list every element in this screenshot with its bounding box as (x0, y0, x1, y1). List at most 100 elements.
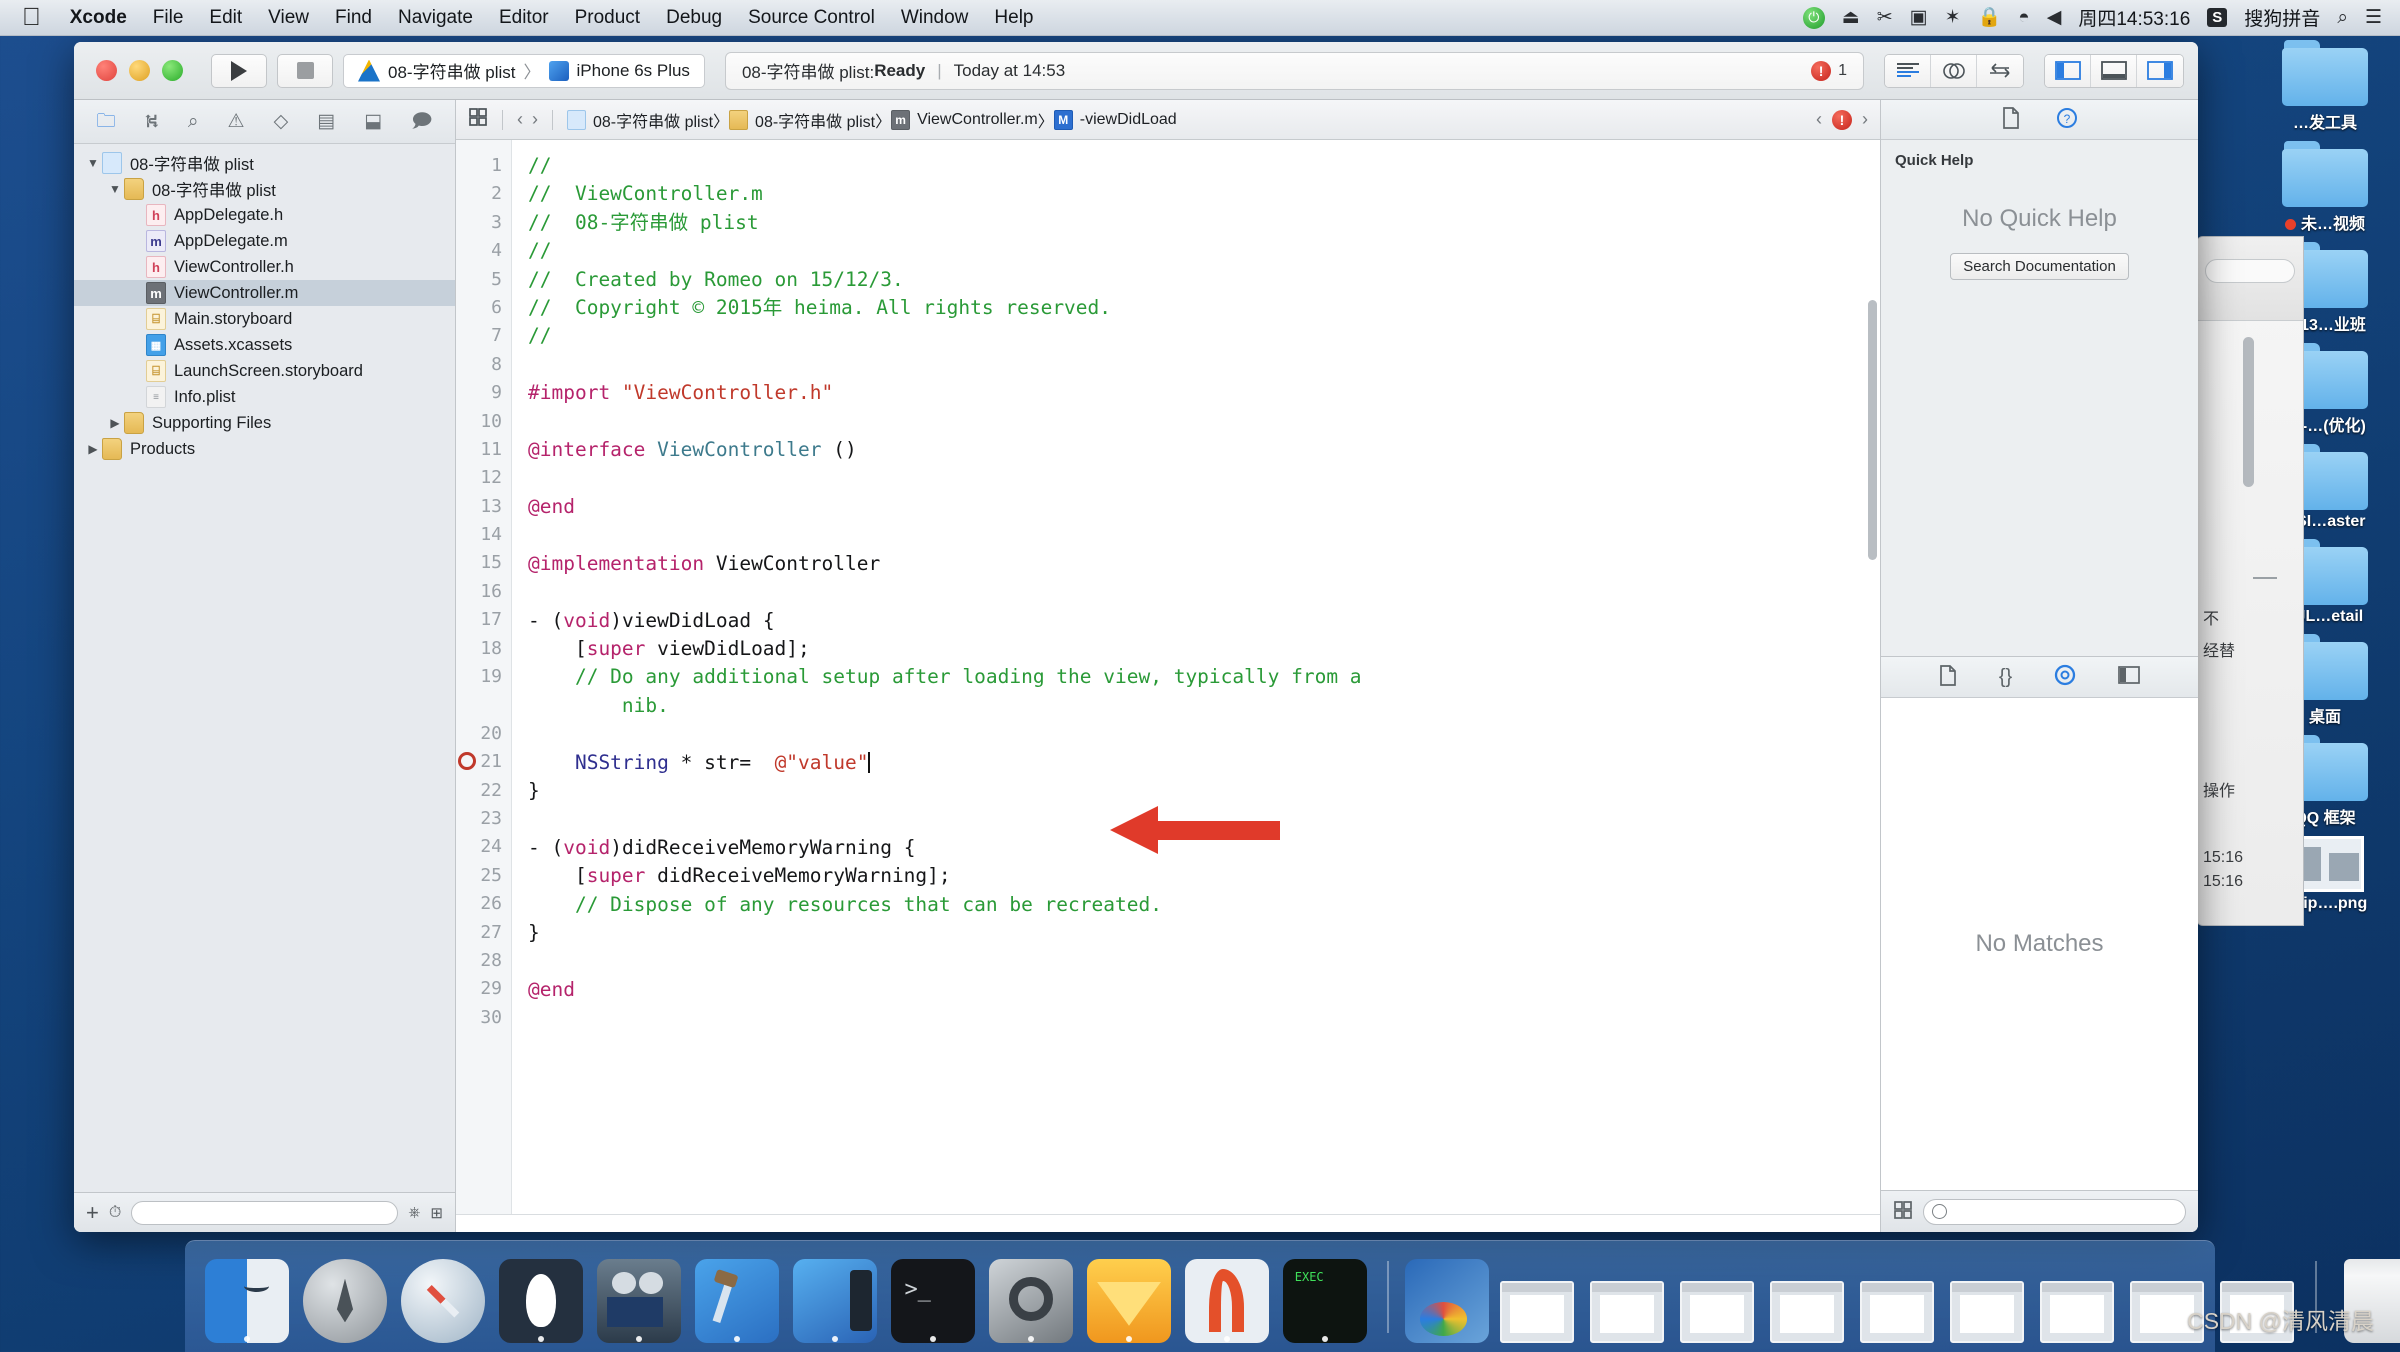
code-line[interactable] (528, 464, 1880, 492)
line-number[interactable]: 25 (456, 862, 511, 890)
project-navigator-tab[interactable]: 🗀 (97, 112, 116, 131)
search-documentation-button[interactable]: Search Documentation (1950, 253, 2129, 280)
code-line[interactable]: [super didReceiveMemoryWarning]; (528, 862, 1880, 890)
menu-item-edit[interactable]: Edit (196, 7, 255, 29)
dock-item-safari[interactable] (397, 1251, 489, 1343)
dock-minimized-minimized-window-4[interactable] (1765, 1251, 1849, 1343)
source-control-icon[interactable]: ⎈ (408, 1204, 420, 1221)
dock-minimized-minimized-window-2[interactable] (1585, 1251, 1669, 1343)
dock-minimized-photo-app[interactable] (1405, 1251, 1489, 1343)
line-number-gutter[interactable]: 1 2 3 4 5 6 7 8 9 10 11 12 13 14 15 16 17 18 19 20 21 22 23 24 2… (456, 140, 512, 1214)
code-line[interactable]: @implementation ViewController (528, 550, 1880, 578)
standard-editor-button[interactable] (1885, 54, 1931, 87)
search-icon[interactable]: ⌕ (2337, 8, 2348, 27)
code-line[interactable]: // (528, 152, 1880, 180)
menu-item-xcode[interactable]: Xcode (57, 7, 140, 29)
library-pane[interactable]: No Matches (1881, 698, 2198, 1190)
dock-item-sketch[interactable] (1083, 1251, 1175, 1343)
breadcrumb-item-0[interactable]: 08-字符串做 plist (567, 108, 713, 132)
disclosure-triangle[interactable]: ▶ (106, 416, 124, 430)
dock-minimized-minimized-window-5[interactable] (1855, 1251, 1939, 1343)
line-number[interactable]: 23 (456, 805, 511, 833)
code-line[interactable]: // (528, 237, 1880, 265)
navigator-filter-field[interactable] (131, 1200, 399, 1225)
library-filter-field[interactable] (1923, 1198, 2186, 1225)
input-method-badge[interactable]: S (2207, 8, 2228, 27)
line-number[interactable]: 14 (456, 521, 511, 549)
menu-item-help[interactable]: Help (981, 7, 1046, 29)
dock-minimized-minimized-window-1[interactable] (1495, 1251, 1579, 1343)
test-navigator-tab[interactable]: ◇ (274, 112, 289, 131)
code-line[interactable]: // Do any additional setup after loading… (528, 663, 1880, 691)
previous-issue-button[interactable]: ‹ (1816, 109, 1822, 130)
dock-minimized-minimized-window-6[interactable] (1945, 1251, 2029, 1343)
minimize-button[interactable] (129, 60, 150, 81)
menu-item-source-control[interactable]: Source Control (735, 7, 888, 29)
line-number[interactable]: 19 (456, 663, 511, 691)
menu-item-file[interactable]: File (140, 7, 197, 29)
code-line[interactable] (528, 720, 1880, 748)
disclosure-triangle[interactable]: ▼ (106, 182, 124, 196)
dock-item-system-preferences[interactable] (985, 1251, 1077, 1343)
code-line[interactable]: // Copyright © 2015年 heima. All rights r… (528, 294, 1880, 322)
code-line[interactable]: #import "ViewController.h" (528, 379, 1880, 407)
version-editor-button[interactable] (1977, 54, 2023, 87)
toggle-navigator-button[interactable] (2045, 54, 2091, 87)
symbol-navigator-tab[interactable]: ⛕ (145, 112, 159, 131)
code-line[interactable]: @end (528, 976, 1880, 1004)
line-number[interactable]: 4 (456, 237, 511, 265)
file-inspector-tab[interactable] (2002, 106, 2020, 133)
disclosure-triangle[interactable]: ▶ (84, 442, 102, 456)
code-line[interactable] (528, 351, 1880, 379)
dock-item-launchpad[interactable] (299, 1251, 391, 1343)
line-number[interactable]: 2 (456, 180, 511, 208)
code-text[interactable]: // // ViewController.m // 08-字符串做 plist // /… (512, 140, 1880, 1214)
notification-center-icon[interactable]: ☰ (2365, 8, 2382, 27)
quick-help-inspector-tab[interactable]: ? (2056, 107, 2078, 133)
lock-icon[interactable]: 🔒 (1978, 8, 2002, 27)
dock-item-exec-app[interactable]: EXEC (1279, 1251, 1371, 1343)
line-number[interactable]: 20 (456, 720, 511, 748)
input-method-label[interactable]: 搜狗拼音 (2244, 4, 2320, 31)
file-template-library-tab[interactable] (1939, 664, 1957, 690)
toggle-utilities-button[interactable] (2137, 54, 2183, 87)
dock-item-xcode-beta[interactable] (789, 1251, 881, 1343)
project-navigator-tree[interactable]: ▼ 08-字符串做 plist ▼ 08-字符串做 plist h AppDelegate… (74, 144, 455, 1192)
volume-icon[interactable]: ◀ (2047, 8, 2062, 27)
menu-item-view[interactable]: View (255, 7, 322, 29)
library-grid-icon[interactable] (1893, 1200, 1913, 1224)
code-line[interactable]: // Created by Romeo on 15/12/3. (528, 266, 1880, 294)
clock-icon[interactable]: ⏱ (109, 1204, 121, 1222)
menu-item-editor[interactable]: Editor (486, 7, 562, 29)
wifi-icon[interactable]: ◓ (2018, 8, 2029, 27)
menu-item-window[interactable]: Window (888, 7, 982, 29)
line-number[interactable]: 6 (456, 294, 511, 322)
dock-item-terminal[interactable]: >_ (887, 1251, 979, 1343)
finder-scrollbar[interactable] (2243, 337, 2254, 487)
bluetooth-icon[interactable]: ✶ (1945, 8, 1961, 27)
forward-button[interactable]: › (532, 109, 538, 130)
breadcrumb-item-3[interactable]: M -viewDidLoad (1053, 109, 1177, 130)
line-number[interactable] (456, 691, 511, 719)
code-line[interactable] (528, 408, 1880, 436)
code-line[interactable]: @interface ViewController () (528, 436, 1880, 464)
breadcrumb-item-1[interactable]: 08-字符串做 plist (729, 108, 875, 132)
close-button[interactable] (96, 60, 117, 81)
report-navigator-tab[interactable]: 🗩 (411, 112, 432, 131)
apple-menu-icon[interactable]:  (0, 5, 57, 30)
desktop-icon[interactable]: …发工具 (2250, 36, 2400, 135)
line-number[interactable]: 1 (456, 152, 511, 180)
dock-item-quicktime[interactable] (593, 1251, 685, 1343)
nav-item-3[interactable]: m AppDelegate.m (74, 228, 455, 254)
line-number[interactable]: 27 (456, 919, 511, 947)
line-number[interactable]: 3 (456, 209, 511, 237)
breakpoint-navigator-tab[interactable]: ⬓ (364, 112, 382, 131)
nav-item-11[interactable]: ▶ Products (74, 436, 455, 462)
menu-item-find[interactable]: Find (322, 7, 385, 29)
zoom-button[interactable] (162, 60, 183, 81)
finder-search-field[interactable] (2205, 259, 2295, 283)
breadcrumb-item-2[interactable]: m ViewController.m (891, 109, 1038, 130)
dock-item-finder[interactable] (201, 1251, 293, 1343)
dock-item-paw[interactable] (1181, 1251, 1273, 1343)
menu-item-product[interactable]: Product (562, 7, 653, 29)
